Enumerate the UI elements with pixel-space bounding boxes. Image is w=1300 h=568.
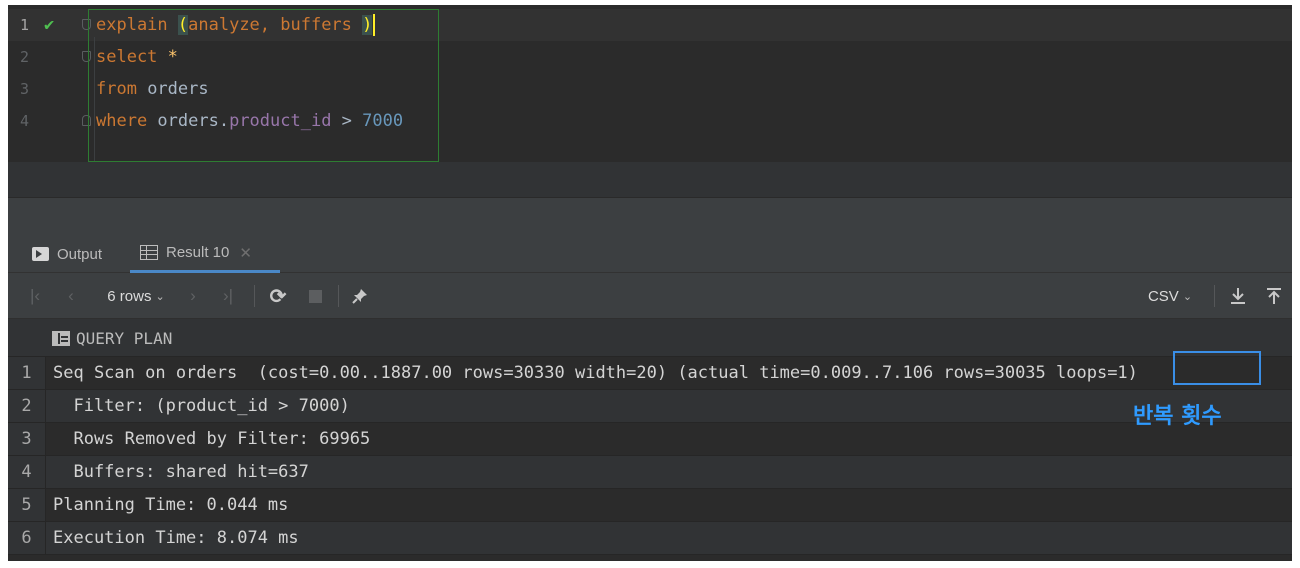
column-header-query-plan[interactable]: QUERY PLAN <box>52 319 172 357</box>
toolbar-separator <box>254 285 255 307</box>
line-number: 3 <box>20 80 30 98</box>
row-number: 3 <box>8 423 46 455</box>
paren-close: ) <box>362 15 373 35</box>
table-row[interactable]: 3 Rows Removed by Filter: 69965 <box>8 423 1292 456</box>
grid-header: QUERY PLAN <box>8 319 1292 357</box>
upload-icon <box>1267 288 1281 304</box>
toolbar-separator <box>338 285 339 307</box>
toolbar-separator <box>1214 285 1215 307</box>
fold-marker-icon[interactable] <box>82 51 91 62</box>
explain-options: analyze, buffers <box>188 15 363 35</box>
results-tab-bar: Output Result 10 ✕ <box>8 235 1292 273</box>
download-button[interactable] <box>1226 273 1250 319</box>
rows-count-label: 6 rows <box>107 287 152 305</box>
table-cell[interactable]: Filter: (product_id > 7000) <box>53 390 349 423</box>
keyword-select: select <box>96 47 168 67</box>
line-number: 1 <box>20 16 30 34</box>
row-number: 2 <box>8 390 46 422</box>
results-toolbar: |‹ ‹ 6 rows ⌄ › ›| ⟳ CSV ⌄ <box>8 273 1292 319</box>
row-number: 5 <box>8 489 46 521</box>
line-number: 4 <box>20 112 30 130</box>
next-page-icon[interactable]: › <box>182 273 204 319</box>
indent-guide <box>94 37 95 165</box>
operator: > <box>331 111 363 131</box>
code-text: where orders.product_id > 7000 <box>96 105 403 137</box>
previous-page-icon[interactable]: ‹ <box>60 273 82 319</box>
keyword-where: where <box>96 111 158 131</box>
number-literal: 7000 <box>362 111 404 131</box>
chevron-down-icon: ⌄ <box>155 290 165 303</box>
keyword-from: from <box>96 79 148 99</box>
table-name: orders <box>147 79 209 99</box>
line-number: 2 <box>20 48 30 66</box>
star-token: * <box>167 47 178 67</box>
table-row[interactable]: 1 Seq Scan on orders (cost=0.00..1887.00… <box>8 357 1292 390</box>
refresh-icon[interactable]: ⟳ <box>266 273 290 319</box>
export-format-dropdown[interactable]: CSV ⌄ <box>1142 273 1198 319</box>
code-line-4[interactable]: 4 where orders.product_id > 7000 <box>8 105 1292 137</box>
console-icon <box>32 247 49 261</box>
code-text: explain (analyze, buffers ) <box>96 9 376 41</box>
table-row[interactable]: 2 Filter: (product_id > 7000) <box>8 390 1292 423</box>
row-number: 4 <box>8 456 46 488</box>
table-cell[interactable]: Seq Scan on orders (cost=0.00..1887.00 r… <box>53 357 1138 390</box>
code-line-3[interactable]: 3 from orders <box>8 73 1292 105</box>
keyword-explain: explain <box>96 15 178 35</box>
download-icon <box>1231 288 1245 304</box>
row-number: 1 <box>8 357 46 389</box>
first-page-icon[interactable]: |‹ <box>24 273 46 319</box>
fold-end-marker-icon[interactable] <box>82 115 91 126</box>
table-cell[interactable]: Rows Removed by Filter: 69965 <box>53 423 370 456</box>
result-grid[interactable]: QUERY PLAN 1 Seq Scan on orders (cost=0.… <box>8 319 1292 561</box>
table-cell[interactable]: Planning Time: 0.044 ms <box>53 489 288 522</box>
tab-output[interactable]: Output <box>32 235 102 273</box>
ide-window: 1 ✔ explain (analyze, buffers ) 2 select… <box>8 5 1292 561</box>
text-caret <box>373 14 376 36</box>
stop-button[interactable] <box>304 273 326 319</box>
paren-open: ( <box>177 15 189 35</box>
row-number: 6 <box>8 522 46 554</box>
sql-editor[interactable]: 1 ✔ explain (analyze, buffers ) 2 select… <box>8 5 1292 197</box>
qualifier: orders. <box>157 111 230 131</box>
code-text: select * <box>96 41 178 73</box>
editor-bottom-band <box>8 162 1292 197</box>
table-grid-icon <box>140 245 158 260</box>
table-cell[interactable]: Buffers: shared hit=637 <box>53 456 308 489</box>
table-row[interactable]: 5 Planning Time: 0.044 ms <box>8 489 1292 522</box>
tab-result-label: Result 10 <box>166 244 230 261</box>
column-name: product_id <box>229 111 332 131</box>
export-format-label: CSV <box>1147 287 1179 305</box>
rows-count-dropdown[interactable]: 6 rows ⌄ <box>96 273 176 319</box>
code-text: from orders <box>96 73 209 105</box>
code-line-1[interactable]: 1 ✔ explain (analyze, buffers ) <box>8 9 1292 41</box>
tab-output-label: Output <box>57 245 103 263</box>
column-type-icon <box>52 330 70 346</box>
panel-divider[interactable] <box>8 197 1292 235</box>
upload-button[interactable] <box>1262 273 1286 319</box>
table-row[interactable]: 4 Buffers: shared hit=637 <box>8 456 1292 489</box>
column-header-label: QUERY PLAN <box>76 328 173 348</box>
table-cell[interactable]: Execution Time: 8.074 ms <box>53 522 299 555</box>
fold-marker-icon[interactable] <box>82 19 91 30</box>
tab-result[interactable]: Result 10 ✕ <box>130 235 280 273</box>
table-row[interactable]: 6 Execution Time: 8.074 ms <box>8 522 1292 555</box>
last-page-icon[interactable]: ›| <box>216 273 240 319</box>
pin-icon <box>352 289 367 304</box>
close-icon[interactable]: ✕ <box>239 244 252 262</box>
chevron-down-icon: ⌄ <box>1182 290 1193 303</box>
pin-tab-button[interactable] <box>348 273 372 319</box>
stop-icon <box>308 289 322 303</box>
success-check-icon: ✔ <box>44 15 55 35</box>
code-line-2[interactable]: 2 select * <box>8 41 1292 73</box>
loops-annotation-label: 반복 횟수 <box>1133 404 1222 429</box>
